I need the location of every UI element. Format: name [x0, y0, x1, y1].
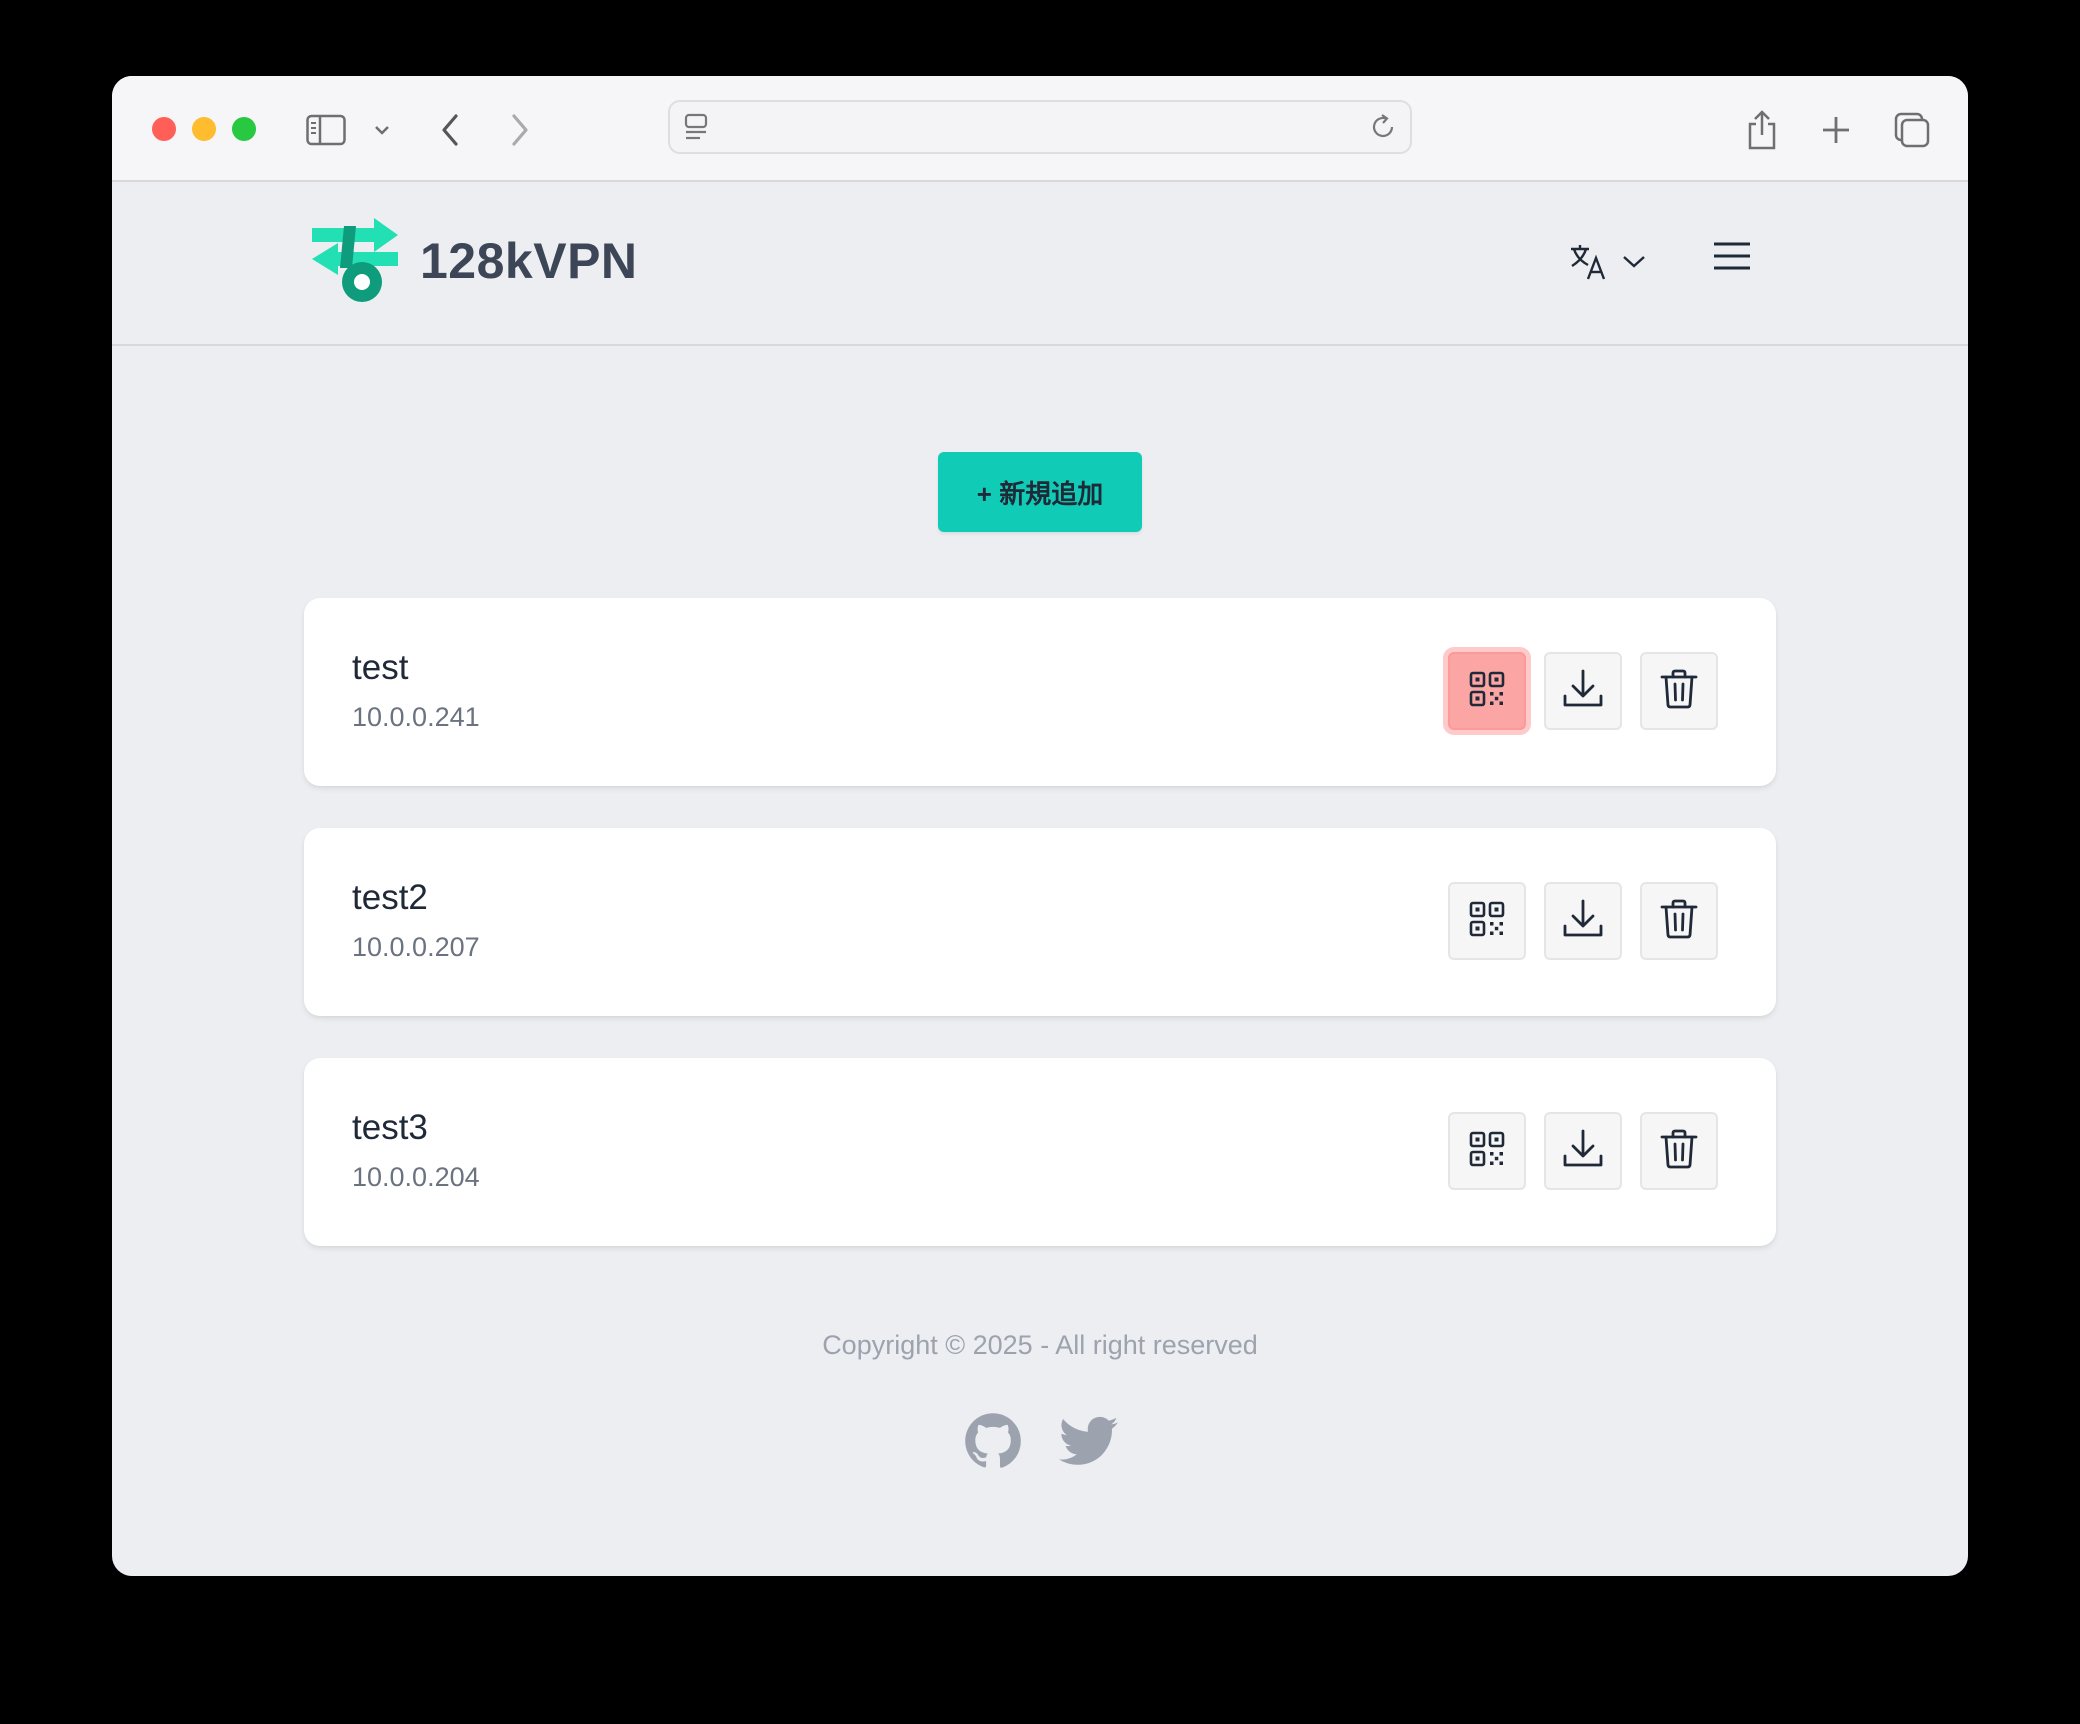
site-header: 128kVPN [112, 182, 1968, 346]
delete-button[interactable] [1640, 882, 1718, 960]
browser-toolbar [112, 76, 1968, 182]
reload-icon[interactable] [1368, 112, 1398, 147]
browser-window: 128kVPN + 新規追加 Copyright © 2025 - All ri… [112, 76, 1968, 1576]
add-new-button[interactable]: + 新規追加 [938, 452, 1142, 532]
url-bar[interactable] [668, 100, 1412, 154]
client-ip: 10.0.0.207 [352, 932, 480, 962]
trash-icon [1659, 898, 1699, 945]
page-menu-icon[interactable] [682, 112, 712, 147]
chevron-down-icon [1622, 254, 1646, 275]
copyright-text: Copyright © 2025 - All right reserved [822, 1330, 1258, 1360]
sidebar-toggle-icon[interactable] [302, 106, 350, 154]
minimize-window-button[interactable] [192, 117, 216, 141]
maximize-window-button[interactable] [232, 117, 256, 141]
download-icon [1562, 668, 1604, 715]
chevron-down-icon[interactable] [358, 106, 406, 154]
hamburger-menu-icon[interactable] [1712, 240, 1752, 277]
qr-code-button[interactable] [1448, 882, 1526, 960]
download-icon [1562, 1128, 1604, 1175]
qr-code-icon [1468, 1130, 1506, 1173]
qr-code-button[interactable] [1448, 652, 1526, 730]
trash-icon [1659, 1128, 1699, 1175]
forward-arrow-icon[interactable] [496, 106, 544, 154]
download-button[interactable] [1544, 652, 1622, 730]
client-name: test2 [352, 878, 428, 917]
qr-code-button[interactable] [1448, 1112, 1526, 1190]
language-switcher[interactable] [1568, 240, 1646, 288]
client-card: test3 10.0.0.204 [304, 1058, 1776, 1246]
github-icon[interactable] [962, 1410, 1024, 1472]
download-button[interactable] [1544, 882, 1622, 960]
translate-icon [1568, 242, 1608, 287]
client-name: test3 [352, 1108, 428, 1147]
qr-code-icon [1468, 670, 1506, 713]
delete-button[interactable] [1640, 652, 1718, 730]
trash-icon [1659, 668, 1699, 715]
share-icon[interactable] [1738, 106, 1786, 154]
logo-icon[interactable] [308, 216, 404, 311]
delete-button[interactable] [1640, 1112, 1718, 1190]
client-ip: 10.0.0.204 [352, 1162, 480, 1192]
new-tab-icon[interactable] [1812, 106, 1860, 154]
client-card: test 10.0.0.241 [304, 598, 1776, 786]
client-ip: 10.0.0.241 [352, 702, 480, 732]
brand-name[interactable]: 128kVPN [420, 232, 638, 290]
download-icon [1562, 898, 1604, 945]
client-name: test [352, 648, 409, 687]
tab-overview-icon[interactable] [1888, 106, 1936, 154]
client-card: test2 10.0.0.207 [304, 828, 1776, 1016]
qr-code-icon [1468, 900, 1506, 943]
download-button[interactable] [1544, 1112, 1622, 1190]
close-window-button[interactable] [152, 117, 176, 141]
back-arrow-icon[interactable] [426, 106, 474, 154]
twitter-icon[interactable] [1058, 1410, 1120, 1472]
